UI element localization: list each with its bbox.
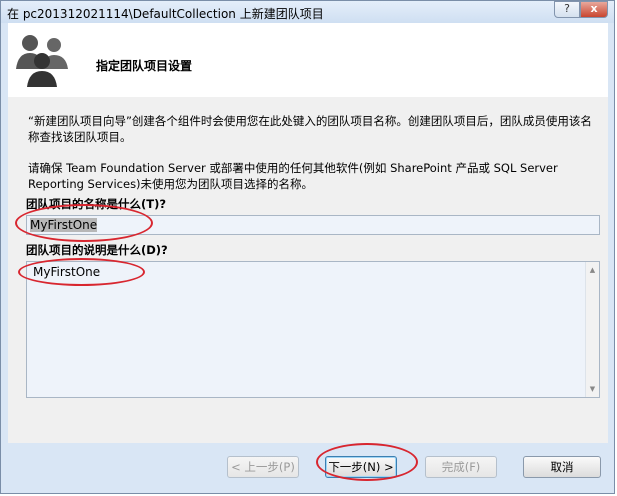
window-title: 在 pc201312021114\DefaultCollection 上新建团队… <box>7 7 324 21</box>
page-title: 指定团队项目设置 <box>96 59 193 73</box>
close-button[interactable]: x <box>580 1 608 18</box>
description-scrollbar[interactable]: ▲ ▼ <box>585 262 599 397</box>
project-description-textarea[interactable]: MyFirstOne ▲ ▼ <box>26 261 600 398</box>
help-button[interactable]: ? <box>554 1 580 18</box>
wizard-header: 指定团队项目设置 <box>8 23 608 97</box>
project-description-label: 团队项目的说明是什么(D)? <box>26 243 168 257</box>
cancel-button[interactable]: 取消 <box>523 456 601 478</box>
intro-text: “新建团队项目向导”创建各个组件时会使用您在此处键入的团队项目名称。创建团队项目… <box>28 114 592 144</box>
note-text: 请确保 Team Foundation Server 或部署中使用的任何其他软件… <box>28 161 558 191</box>
new-team-project-dialog: 在 pc201312021114\DefaultCollection 上新建团队… <box>0 0 615 494</box>
project-name-value: MyFirstOne <box>30 218 98 232</box>
project-description-value: MyFirstOne <box>33 265 101 279</box>
wizard-content: “新建团队项目向导”创建各个组件时会使用您在此处键入的团队项目名称。创建团队项目… <box>8 97 608 443</box>
team-people-icon <box>16 35 68 87</box>
project-name-label: 团队项目的名称是什么(T)? <box>26 197 167 211</box>
project-name-input[interactable]: MyFirstOne <box>26 215 600 235</box>
back-button[interactable]: < 上一步(P) <box>227 456 299 478</box>
scroll-up-arrow-icon[interactable]: ▲ <box>586 264 599 276</box>
finish-button[interactable]: 完成(F) <box>425 456 497 478</box>
scroll-down-arrow-icon[interactable]: ▼ <box>586 383 599 395</box>
title-bar[interactable]: 在 pc201312021114\DefaultCollection 上新建团队… <box>1 1 614 23</box>
next-button[interactable]: 下一步(N) > <box>325 456 397 478</box>
